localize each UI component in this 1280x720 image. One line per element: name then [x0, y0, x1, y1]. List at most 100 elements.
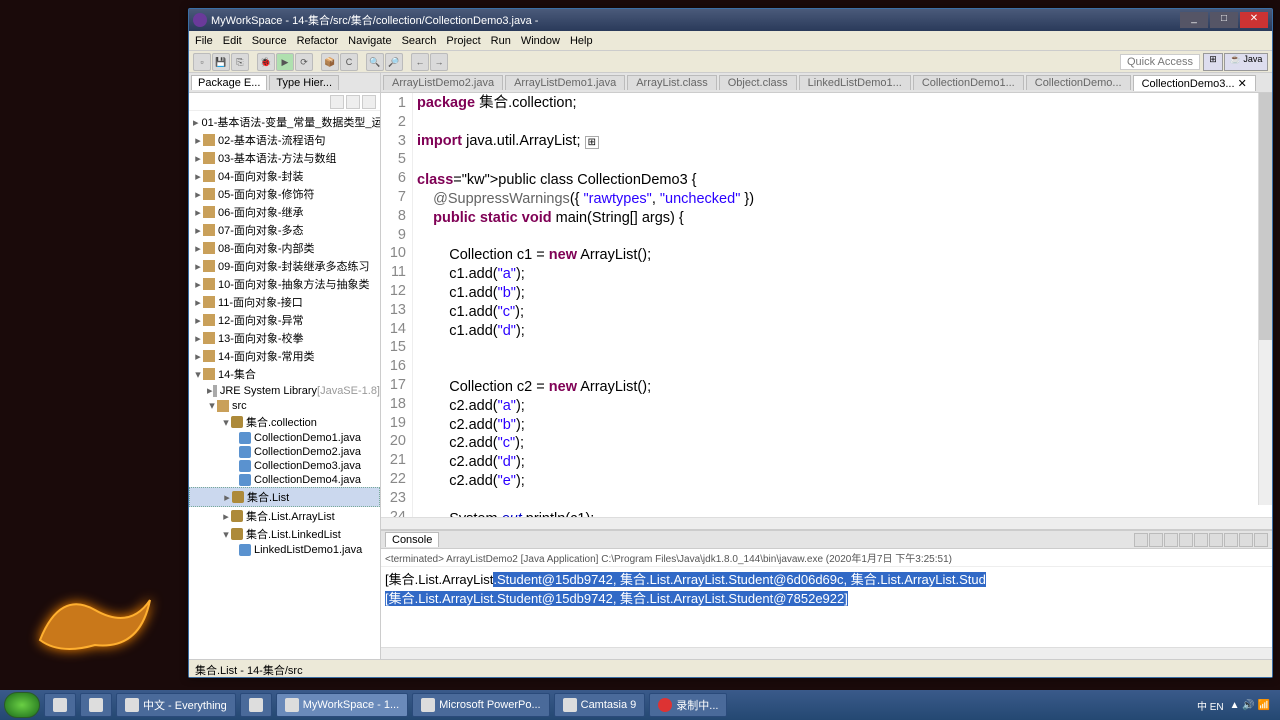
taskbar-everything[interactable]: 中文 - Everything: [116, 693, 236, 717]
project-node[interactable]: ▸02-基本语法-流程语句: [189, 131, 380, 149]
run-button[interactable]: ▶: [276, 53, 294, 71]
window-titlebar[interactable]: MyWorkSpace - 14-集合/src/集合/collection/Co…: [189, 9, 1272, 31]
main-toolbar: ▫ 💾 ⎘ 🐞 ▶ ⟳ 📦 C 🔍 🔎 ← → Quick Access ⊞ ☕…: [189, 51, 1272, 73]
file-node[interactable]: CollectionDemo1.java: [189, 431, 380, 445]
windows-taskbar[interactable]: 中文 - Everything MyWorkSpace - 1... Micro…: [0, 690, 1280, 720]
editor-tab[interactable]: ArrayList.class: [627, 75, 717, 90]
jre-node[interactable]: ▸JRE System Library [JavaSE-1.8]: [189, 383, 380, 398]
back-button[interactable]: ←: [411, 53, 429, 71]
project-node[interactable]: ▸11-面向对象-接口: [189, 293, 380, 311]
tray-lang[interactable]: 中 EN: [1197, 698, 1224, 713]
new-package-button[interactable]: 📦: [321, 53, 339, 71]
collapse-all-button[interactable]: [330, 95, 344, 109]
project-node[interactable]: ▸13-面向对象-校拳: [189, 329, 380, 347]
link-editor-button[interactable]: [346, 95, 360, 109]
remove-all-button[interactable]: [1164, 533, 1178, 547]
file-node[interactable]: CollectionDemo2.java: [189, 445, 380, 459]
search-button[interactable]: 🔎: [385, 53, 403, 71]
clear-console-button[interactable]: [1179, 533, 1193, 547]
package-node[interactable]: ▾集合.collection: [189, 413, 380, 431]
taskbar-recording[interactable]: 录制中...: [649, 693, 727, 717]
tray-icons[interactable]: ▲ 🔊 📶: [1230, 700, 1270, 711]
scroll-lock-button[interactable]: [1194, 533, 1208, 547]
project-node[interactable]: ▸08-面向对象-内部类: [189, 239, 380, 257]
editor-tab[interactable]: CollectionDemo...: [1026, 75, 1131, 90]
project-node[interactable]: ▸07-面向对象-多态: [189, 221, 380, 239]
run-last-button[interactable]: ⟳: [295, 53, 313, 71]
project-node[interactable]: ▸10-面向对象-抽象方法与抽象类: [189, 275, 380, 293]
editor-tab[interactable]: Object.class: [719, 75, 797, 90]
open-type-button[interactable]: 🔍: [366, 53, 384, 71]
open-perspective-button[interactable]: ⊞: [1203, 53, 1223, 71]
view-menu-button[interactable]: [362, 95, 376, 109]
new-class-button[interactable]: C: [340, 53, 358, 71]
display-console-button[interactable]: [1224, 533, 1238, 547]
forward-button[interactable]: →: [430, 53, 448, 71]
project-node[interactable]: ▾14-集合: [189, 365, 380, 383]
system-tray[interactable]: 中 EN ▲ 🔊 📶: [1197, 698, 1276, 713]
console-scrollbar[interactable]: [381, 647, 1272, 659]
taskbar-pin[interactable]: [80, 693, 112, 717]
menu-navigate[interactable]: Navigate: [348, 35, 391, 47]
project-node[interactable]: ▸01-基本语法-变量_常量_数据类型_运算...: [189, 113, 380, 131]
project-node[interactable]: ▸04-面向对象-封装: [189, 167, 380, 185]
maximize-button[interactable]: □: [1210, 12, 1238, 28]
java-perspective-button[interactable]: ☕ Java: [1224, 53, 1268, 71]
menu-search[interactable]: Search: [402, 35, 437, 47]
taskbar-camtasia[interactable]: Camtasia 9: [554, 693, 646, 717]
file-node[interactable]: CollectionDemo4.java: [189, 473, 380, 487]
editor-tab[interactable]: CollectionDemo1...: [913, 75, 1024, 90]
remove-launch-button[interactable]: [1149, 533, 1163, 547]
editor-tab[interactable]: ArrayListDemo2.java: [383, 75, 503, 90]
taskbar-powerpoint[interactable]: Microsoft PowerPo...: [412, 693, 549, 717]
editor-tab[interactable]: ArrayListDemo1.java: [505, 75, 625, 90]
console-maximize-button[interactable]: [1254, 533, 1268, 547]
minimize-button[interactable]: _: [1180, 12, 1208, 28]
project-node[interactable]: ▸09-面向对象-封装继承多态练习: [189, 257, 380, 275]
menu-project[interactable]: Project: [446, 35, 480, 47]
save-all-button[interactable]: ⎘: [231, 53, 249, 71]
new-button[interactable]: ▫: [193, 53, 211, 71]
package-node[interactable]: ▸集合.List.ArrayList: [189, 507, 380, 525]
code-editor[interactable]: 12356789101112131415161718192021222324 p…: [381, 93, 1272, 517]
console-output[interactable]: [集合.List.ArrayList.Student@15db9742, 集合.…: [381, 567, 1272, 647]
project-node[interactable]: ▸05-面向对象-修饰符: [189, 185, 380, 203]
vertical-scrollbar[interactable]: [1258, 93, 1272, 505]
package-node[interactable]: ▾集合.List.LinkedList: [189, 525, 380, 543]
menu-help[interactable]: Help: [570, 35, 593, 47]
package-explorer-tree[interactable]: ▸01-基本语法-变量_常量_数据类型_运算...▸02-基本语法-流程语句▸0…: [189, 111, 380, 659]
file-node[interactable]: CollectionDemo3.java: [189, 459, 380, 473]
file-node[interactable]: LinkedListDemo1.java: [189, 543, 380, 557]
menu-file[interactable]: File: [195, 35, 213, 47]
close-button[interactable]: ✕: [1240, 12, 1268, 28]
menu-window[interactable]: Window: [521, 35, 560, 47]
code-area[interactable]: package 集合.collection; import java.util.…: [413, 93, 1272, 517]
start-button[interactable]: [4, 692, 40, 718]
editor-tab[interactable]: LinkedListDemo1...: [799, 75, 911, 90]
debug-button[interactable]: 🐞: [257, 53, 275, 71]
taskbar-pin[interactable]: [44, 693, 76, 717]
line-gutter[interactable]: 12356789101112131415161718192021222324: [381, 93, 413, 517]
console-tab[interactable]: Console: [385, 532, 439, 547]
menu-source[interactable]: Source: [252, 35, 287, 47]
editor-tab[interactable]: CollectionDemo3... ✕: [1133, 75, 1256, 91]
project-node[interactable]: ▸03-基本语法-方法与数组: [189, 149, 380, 167]
horizontal-scrollbar[interactable]: [381, 517, 1272, 529]
taskbar-eclipse[interactable]: MyWorkSpace - 1...: [276, 693, 408, 717]
project-node[interactable]: ▸06-面向对象-继承: [189, 203, 380, 221]
save-button[interactable]: 💾: [212, 53, 230, 71]
menu-refactor[interactable]: Refactor: [297, 35, 339, 47]
pin-console-button[interactable]: [1209, 533, 1223, 547]
package-explorer-tab[interactable]: Package E...: [191, 75, 267, 90]
console-minimize-button[interactable]: [1239, 533, 1253, 547]
project-node[interactable]: ▸12-面向对象-异常: [189, 311, 380, 329]
type-hierarchy-tab[interactable]: Type Hier...: [269, 75, 339, 90]
taskbar-chrome[interactable]: [240, 693, 272, 717]
terminate-button[interactable]: [1134, 533, 1148, 547]
menu-run[interactable]: Run: [491, 35, 511, 47]
quick-access[interactable]: Quick Access: [1120, 54, 1200, 70]
src-node[interactable]: ▾src: [189, 398, 380, 413]
package-node-selected[interactable]: ▸集合.List: [189, 487, 380, 507]
menu-edit[interactable]: Edit: [223, 35, 242, 47]
project-node[interactable]: ▸14-面向对象-常用类: [189, 347, 380, 365]
